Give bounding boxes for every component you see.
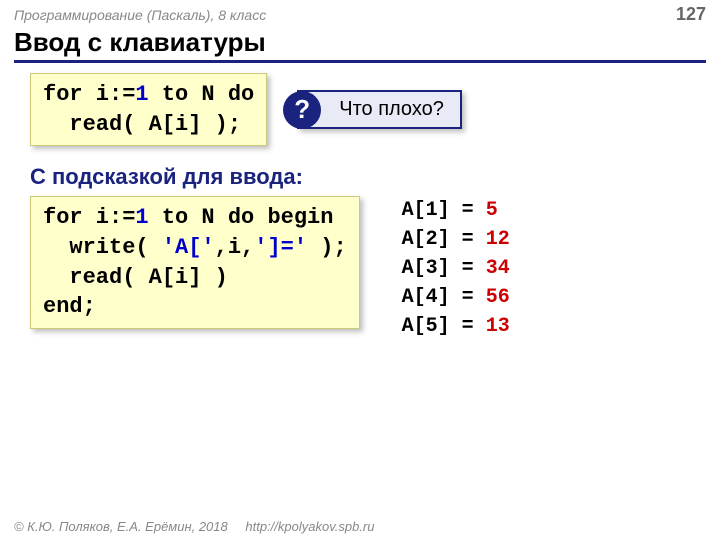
course-label: Программирование (Паскаль), 8 класс [14,7,266,23]
row-second: for i:=1 to N do begin write( 'A[',i,']=… [30,196,690,341]
code-text: read( A[i] ); [43,112,241,137]
output-value: 56 [486,286,510,309]
output-line: A[5] = 13 [402,312,510,341]
output-line: A[3] = 34 [402,254,510,283]
output-label: A[5] = [402,315,486,338]
sample-output: A[1] = 5 A[2] = 12 A[3] = 34 A[4] = 56 A… [402,196,510,341]
output-label: A[1] = [402,199,486,222]
subheading: С подсказкой для ввода: [30,164,690,190]
output-label: A[4] = [402,286,486,309]
code-block-2: for i:=1 to N do begin write( 'A[',i,']=… [30,196,360,329]
output-line: A[1] = 5 [402,196,510,225]
question-text: Что плохо? [339,98,444,120]
output-line: A[4] = 56 [402,283,510,312]
output-label: A[3] = [402,257,486,280]
question-callout: ? Что плохо? [297,90,462,129]
code-text: to N do begin [149,205,334,230]
code-text: ,i, [215,235,255,260]
code-text: end; [43,294,96,319]
code-text: write( [43,235,162,260]
code-text: ); [307,235,347,260]
code-text: to N do [149,82,255,107]
content-area: for i:=1 to N do read( A[i] ); ? Что пло… [0,73,720,341]
output-value: 12 [486,228,510,251]
code-number: 1 [135,82,148,107]
code-block-1: for i:=1 to N do read( A[i] ); [30,73,267,146]
code-text: read( A[i] ) [43,265,228,290]
output-value: 13 [486,315,510,338]
slide-header: Программирование (Паскаль), 8 класс 127 [0,0,720,25]
slide-footer: © К.Ю. Поляков, Е.А. Ерёмин, 2018 http:/… [14,519,374,534]
row-first: for i:=1 to N do read( A[i] ); ? Что пло… [30,73,690,146]
output-value: 5 [486,199,498,222]
footer-url: http://kpolyakov.spb.ru [245,519,374,534]
code-text: for i:= [43,82,135,107]
copyright: © К.Ю. Поляков, Е.А. Ерёмин, 2018 [14,519,228,534]
output-label: A[2] = [402,228,486,251]
page-number: 127 [676,4,706,25]
slide-title: Ввод с клавиатуры [14,27,706,63]
code-text: for i:= [43,205,135,230]
code-number: 1 [135,205,148,230]
code-string: 'A[' [162,235,215,260]
output-line: A[2] = 12 [402,225,510,254]
code-string: ']=' [254,235,307,260]
question-mark-icon: ? [283,91,321,129]
output-value: 34 [486,257,510,280]
